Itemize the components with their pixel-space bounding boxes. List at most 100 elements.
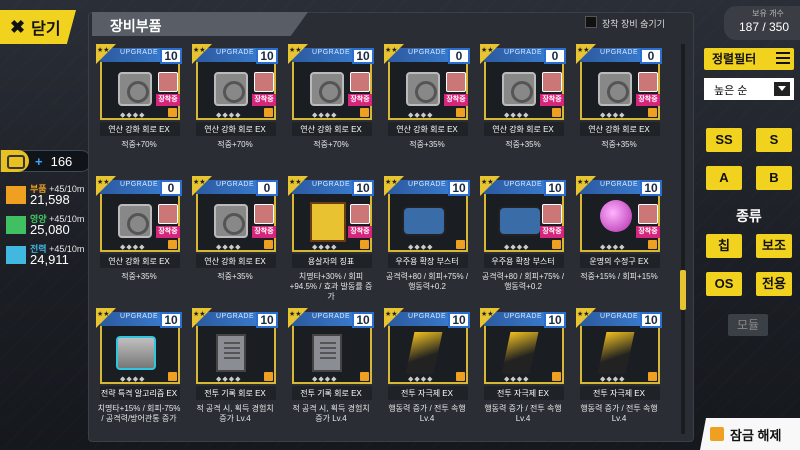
equipment-card[interactable]: UPGRADE ★★ 10 장착중 ◆◆◆◆ 우주용 확장 부스터 공격력+80 / 회피+… xyxy=(480,176,566,300)
card-level: 10 xyxy=(352,312,374,328)
grade-a-button[interactable]: A xyxy=(706,166,742,190)
card-name: 연산 강화 회로 EX xyxy=(108,125,170,134)
equipment-card[interactable]: UPGRADE ★★ 10 장착중 ◆◆◆◆ 운명의 수정구 EX 적중+15% / 회피+… xyxy=(576,176,662,300)
equipment-card[interactable]: UPGRADE ★★ 10 ◆◆◆◆ 전략 특격 알고리즘 EX 치명타+15% / 회피… xyxy=(96,308,182,432)
equipment-card[interactable]: UPGRADE ★★ 10 장착중 ◆◆◆◆ 연산 강화 회로 EX 적중+70% xyxy=(192,44,278,168)
card-level: 10 xyxy=(544,180,566,196)
type-exclusive-button[interactable]: 전용 xyxy=(756,272,792,296)
equipment-card[interactable]: UPGRADE ★★ 10 ◆◆◆◆ 전투 자극제 EX 행동력 증가 / 전투 속행 L… xyxy=(384,308,470,432)
all-modules-button[interactable]: 모듈 xyxy=(728,314,768,336)
equipment-card[interactable]: UPGRADE ★★ 10 장착중 ◆◆◆◆ 연산 강화 회로 EX 적중+70% xyxy=(288,44,374,168)
resource-value: 25,080 xyxy=(30,222,70,237)
lock-icon xyxy=(264,372,273,381)
equipment-card[interactable]: UPGRADE ★★ 10 ◆◆◆◆ 전투 기록 회로 EX 적 공격 시, 획득 경험치… xyxy=(288,308,374,432)
equipped-character-avatar xyxy=(158,204,178,224)
sort-order-select[interactable]: 높은 순 xyxy=(704,78,794,100)
equipment-art xyxy=(106,328,162,378)
card-stat: 적중+35% xyxy=(121,272,157,281)
equipment-card[interactable]: UPGRADE ★★ 0 장착중 ◆◆◆◆ 연산 강화 회로 EX 적중+35% xyxy=(576,44,662,168)
card-level: 10 xyxy=(448,312,470,328)
equipment-card[interactable]: UPGRADE ★★ 10 ◆◆◆◆ 전투 자극제 EX 행동력 증가 / 전투 속행 L… xyxy=(480,308,566,432)
lock-icon xyxy=(168,372,177,381)
unlock-button[interactable]: 잠금 해제 xyxy=(700,418,800,450)
doc-icon xyxy=(312,334,342,372)
enhance-dots: ◆◆◆◆ xyxy=(600,112,626,119)
rank-stars-icon: ★★ xyxy=(289,179,302,186)
equipped-character-avatar xyxy=(638,72,658,92)
rank-stars-icon: ★★ xyxy=(289,47,302,54)
orb-icon xyxy=(600,200,632,232)
lock-icon xyxy=(456,108,465,117)
equipped-badge: 장착중 xyxy=(156,94,180,106)
unlock-label: 잠금 해제 xyxy=(730,427,782,443)
card-stat: 적중+35% xyxy=(409,140,445,149)
type-chip-button[interactable]: 칩 xyxy=(706,234,742,258)
card-stat: 적중+15% / 회피+15% xyxy=(580,272,658,281)
rank-stars-icon: ★★ xyxy=(97,47,110,54)
lock-icon xyxy=(360,108,369,117)
card-level: 0 xyxy=(448,48,470,64)
upgrade-label: UPGRADE xyxy=(600,313,639,320)
card-name: 연산 강화 회로 EX xyxy=(492,125,554,134)
chevron-down-icon xyxy=(774,82,790,96)
equipment-card[interactable]: UPGRADE ★★ 0 장착중 ◆◆◆◆ 연산 강화 회로 EX 적중+35% xyxy=(384,44,470,168)
disc-icon xyxy=(502,72,536,106)
lock-icon xyxy=(456,240,465,249)
grade-b-button[interactable]: B xyxy=(756,166,792,190)
blade-icon xyxy=(597,332,635,374)
type-os-button[interactable]: OS xyxy=(706,272,742,296)
enhance-dots: ◆◆◆◆ xyxy=(216,376,242,383)
resource-value: 21,598 xyxy=(30,192,70,207)
grade-ss-button[interactable]: SS xyxy=(706,128,742,152)
scrollbar-track[interactable] xyxy=(681,44,685,434)
grade-s-button[interactable]: S xyxy=(756,128,792,152)
equipment-card[interactable]: UPGRADE ★★ 10 ◆◆◆◆ 전투 자극제 EX 행동력 증가 / 전투 속행 L… xyxy=(576,308,662,432)
equipment-art xyxy=(490,328,546,378)
equipped-badge: 장착중 xyxy=(348,226,372,238)
type-aux-button[interactable]: 보조 xyxy=(756,234,792,258)
lock-icon xyxy=(710,427,724,441)
equipment-art xyxy=(298,64,354,114)
enhance-dots: ◆◆◆◆ xyxy=(600,244,626,251)
enhance-dots: ◆◆◆◆ xyxy=(504,112,530,119)
card-level: 0 xyxy=(544,48,566,64)
equipment-card[interactable]: UPGRADE ★★ 0 장착중 ◆◆◆◆ 연산 강화 회로 EX 적중+35% xyxy=(480,44,566,168)
equipped-badge: 장착중 xyxy=(252,94,276,106)
equipment-card[interactable]: UPGRADE ★★ 0 장착중 ◆◆◆◆ 연산 강화 회로 EX 적중+35% xyxy=(192,176,278,300)
book-icon xyxy=(310,202,346,242)
card-stat: 적 공격 시, 획득 경험치 증가 Lv.4 xyxy=(292,404,370,423)
card-level: 10 xyxy=(352,180,374,196)
lock-icon xyxy=(552,372,561,381)
equipped-badge: 장착중 xyxy=(540,94,564,106)
card-level: 10 xyxy=(640,312,662,328)
held-count-value: 187 / 350 xyxy=(738,20,790,34)
enhance-dots: ◆◆◆◆ xyxy=(120,112,146,119)
resource-value: 24,911 xyxy=(30,252,69,267)
card-level: 0 xyxy=(256,180,278,196)
sort-filter-button[interactable]: 정렬필터 xyxy=(704,48,794,70)
card-name: 전투 기록 회로 EX xyxy=(300,389,362,398)
equipped-badge: 장착중 xyxy=(540,226,564,238)
close-button[interactable]: ✖ 닫기 xyxy=(0,10,76,44)
rank-stars-icon: ★★ xyxy=(481,47,494,54)
equipment-card[interactable]: UPGRADE ★★ 10 ◆◆◆◆ 전투 기록 회로 EX 적 공격 시, 획득 경험치… xyxy=(192,308,278,432)
equipment-card[interactable]: UPGRADE ★★ 10 장착중 ◆◆◆◆ 연산 강화 회로 EX 적중+70% xyxy=(96,44,182,168)
scrollbar-thumb[interactable] xyxy=(680,270,686,310)
equipment-art xyxy=(106,196,162,246)
rank-stars-icon: ★★ xyxy=(481,311,494,318)
equipment-card[interactable]: UPGRADE ★★ 0 장착중 ◆◆◆◆ 연산 강화 회로 EX 적중+35% xyxy=(96,176,182,300)
card-name: 용살자의 징표 xyxy=(307,257,355,266)
hide-equipped-checkbox[interactable] xyxy=(585,16,597,28)
equipped-character-avatar xyxy=(350,204,370,224)
panel-title: 장비부품 xyxy=(92,12,308,36)
upgrade-label: UPGRADE xyxy=(504,181,543,188)
type-section-label: 종류 xyxy=(736,208,762,224)
equipment-card[interactable]: UPGRADE ★★ 10 ◆◆◆◆ 우주용 확장 부스터 공격력+80 / 회피+75%… xyxy=(384,176,470,300)
upgrade-label: UPGRADE xyxy=(408,181,447,188)
rank-stars-icon: ★★ xyxy=(97,179,110,186)
blade-icon xyxy=(405,332,443,374)
equipment-card[interactable]: UPGRADE ★★ 10 장착중 ◆◆◆◆ 용살자의 징표 치명타+30% / 회피+94… xyxy=(288,176,374,301)
equipped-badge: 장착중 xyxy=(444,94,468,106)
rank-stars-icon: ★★ xyxy=(193,311,206,318)
equipment-art xyxy=(394,196,450,246)
